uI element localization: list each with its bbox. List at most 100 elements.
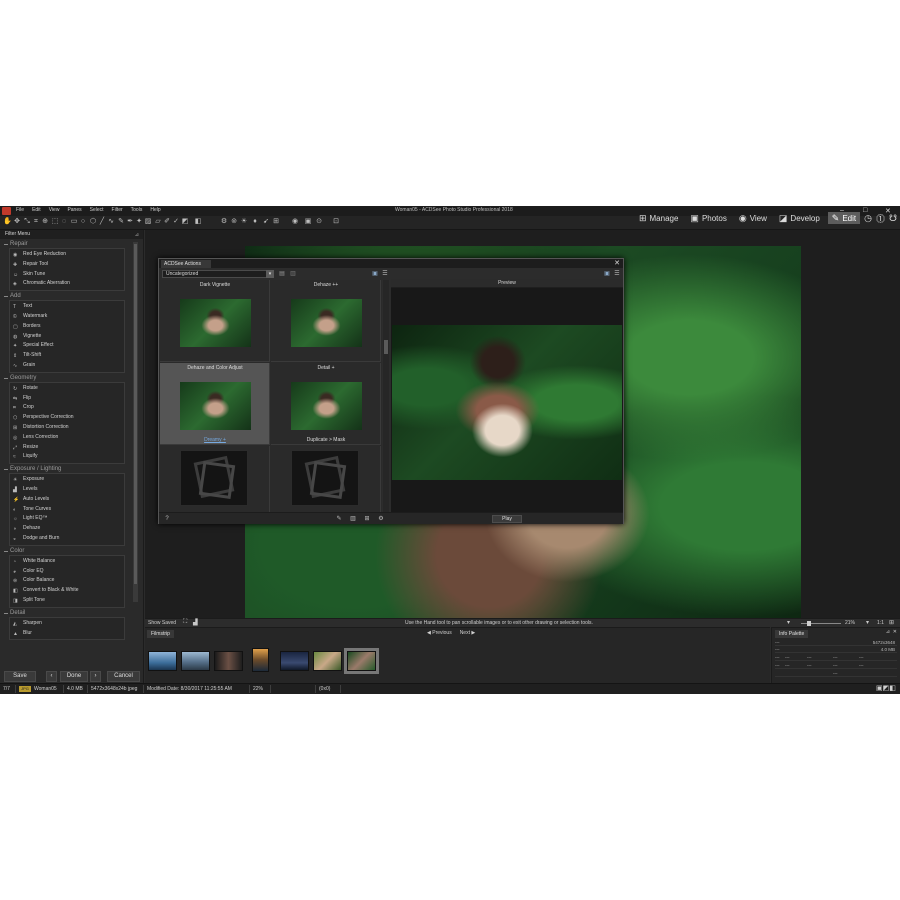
new-category-icon[interactable]: ▤ [278,270,286,278]
filter-item[interactable]: ∿ Grain [10,361,124,371]
filter-item[interactable]: ◨ Split Tone [10,596,124,606]
filter-item[interactable]: ◉ Red Eye Reduction [10,250,124,260]
stop-tool-icon[interactable]: ▣ [304,218,312,226]
filter-item[interactable]: ✦ Special Effect [10,341,124,351]
filmstrip-thumbnail-selected[interactable] [344,648,379,674]
mode-photos[interactable]: ▣ Photos [686,212,730,224]
filter-menu-scrollbar[interactable] [133,242,138,602]
gradient-tool-icon[interactable]: ▨ [144,218,152,226]
save-button[interactable]: Save [4,671,36,682]
action-item[interactable]: Detail + Duplicate > Mask [271,363,381,445]
edit-action-icon[interactable]: ✎ [335,515,343,523]
chevron-down-icon[interactable]: ▾ [266,270,274,278]
filter-item[interactable]: ◔ White Balance [10,557,124,567]
filter-item[interactable]: ◭ Sharpen [10,619,124,629]
record-tool-icon[interactable]: ⊙ [315,218,323,226]
filter-group-title[interactable]: Add [0,291,143,300]
selection-tool-icon[interactable]: ⬚ [51,218,59,226]
share-icon[interactable]: ☋ [889,213,897,224]
close-icon[interactable]: ✕ [614,259,620,267]
menu-help[interactable]: Help [150,207,160,213]
menu-file[interactable]: File [16,207,24,213]
line-tool-icon[interactable]: ╱ [98,218,106,226]
pointer-tool-icon[interactable]: ➹ [262,218,270,226]
info-palette-tab[interactable]: Info Palette [775,630,809,638]
batch-action-icon[interactable]: ⊞ [363,515,371,523]
wand-tool-icon[interactable]: ✦ [135,218,143,226]
forward-arrow-icon[interactable]: › [90,671,101,682]
filter-item[interactable]: ▢ Borders [10,322,124,332]
filter-item[interactable]: T Text [10,302,124,312]
pen-tool-icon[interactable]: ✒ [126,218,134,226]
filter-item[interactable]: ◈ Chromatic Aberration [10,279,124,289]
filmstrip-thumbnail[interactable] [148,651,177,671]
action-item-selected[interactable]: Dehaze and Color Adjust Dreamy + [160,363,270,445]
action-item[interactable]: Dark Vignette [160,280,270,362]
action-item[interactable] [160,446,270,512]
eraser-tool-icon[interactable]: ▱ [154,218,162,226]
filter-item[interactable]: ◎ Lens Correction [10,433,124,443]
scrollbar-thumb[interactable] [134,244,137,584]
dialog-tab[interactable]: ACDSee Actions [161,260,211,268]
menu-view[interactable]: View [49,207,60,213]
filter-item[interactable]: ▲ Blur [10,629,124,639]
filmstrip-thumbnail[interactable] [252,648,269,672]
filter-item[interactable]: ☺ Skin Tune [10,270,124,280]
move-tool-icon[interactable]: ✥ [13,218,21,226]
crop-tool-icon[interactable]: ⌗ [32,218,40,226]
preview-image-icon[interactable]: ▣ [603,270,611,278]
list-view-icon[interactable]: ☰ [381,270,389,278]
category-dropdown[interactable]: Uncategorized [162,270,274,278]
back-arrow-icon[interactable]: ‹ [46,671,57,682]
show-saved-button[interactable]: Show Saved [148,620,176,626]
actions-scrollbar[interactable] [383,280,389,512]
filter-group-title[interactable]: Exposure / Lighting [0,464,143,473]
grid-tool-icon[interactable]: ⊞ [272,218,280,226]
pin-tool-icon[interactable]: ♦ [251,218,259,226]
filmstrip-tab[interactable]: Filmstrip [147,630,174,638]
curve-tool-icon[interactable]: ∿ [107,218,115,226]
dropper-tool-icon[interactable]: ✐ [163,218,171,226]
brush-tool-icon[interactable]: ✎ [117,218,125,226]
menu-tools[interactable]: Tools [131,207,143,213]
delete-category-icon[interactable]: ▥ [289,270,297,278]
check-tool-icon[interactable]: ✓ [172,218,180,226]
overlay-tool-icon[interactable]: ⊡ [332,218,340,226]
menu-panes[interactable]: Panes [67,207,81,213]
filter-item[interactable]: ☼ Light EQ™ [10,514,124,524]
rect-select-icon[interactable]: ▭ [70,218,78,226]
filmstrip-thumbnail[interactable] [280,651,309,671]
filter-item[interactable]: ⇕ Tilt-Shift [10,351,124,361]
filter-item[interactable]: ◍ Vignette [10,332,124,342]
settings-tool-icon[interactable]: ⚙ [220,218,228,226]
filter-group-title[interactable]: Geometry [0,373,143,382]
cancel-button[interactable]: Cancel [107,671,140,682]
zoom-slider-handle[interactable] [807,621,811,626]
mode-view[interactable]: ◉ View [735,212,771,224]
help-icon[interactable]: ? [163,515,171,523]
filter-item[interactable]: ⊞ Distortion Correction [10,423,124,433]
filter-item[interactable]: ☀ Exposure [10,475,124,485]
ellipse-select-icon[interactable]: ○ [79,218,87,226]
filter-item[interactable]: ▟ Levels [10,485,124,495]
action-item[interactable] [271,446,381,512]
menu-edit[interactable]: Edit [32,207,41,213]
mode-manage[interactable]: ⊞ Manage [635,212,682,224]
close-icon[interactable]: ✕ [893,629,897,635]
mode-develop[interactable]: ◪ Develop [775,212,824,224]
lasso-tool-icon[interactable]: ◌ [60,218,68,226]
target-tool-icon[interactable]: ⊚ [230,218,238,226]
mode-edit[interactable]: ✎ Edit [827,212,861,224]
zoom-tool-icon[interactable]: ⊕ [41,218,49,226]
filter-item[interactable]: ◑ Dehaze [10,524,124,534]
counter-icon[interactable]: ⓵ [876,212,885,225]
filter-item[interactable]: ⤢ Resize [10,443,124,453]
fill-tool-icon[interactable]: ◩ [181,218,189,226]
filter-item[interactable]: ⬡ Perspective Correction [10,413,124,423]
transform-tool-icon[interactable]: ⤡ [23,218,31,226]
brightness-tool-icon[interactable]: ☀ [240,218,248,226]
zoom-value[interactable]: 21% [845,620,855,626]
filter-item[interactable]: ⌗ Crop [10,403,124,413]
settings-icon[interactable]: ⚙ [377,515,385,523]
filmstrip-thumbnail[interactable] [313,651,342,671]
